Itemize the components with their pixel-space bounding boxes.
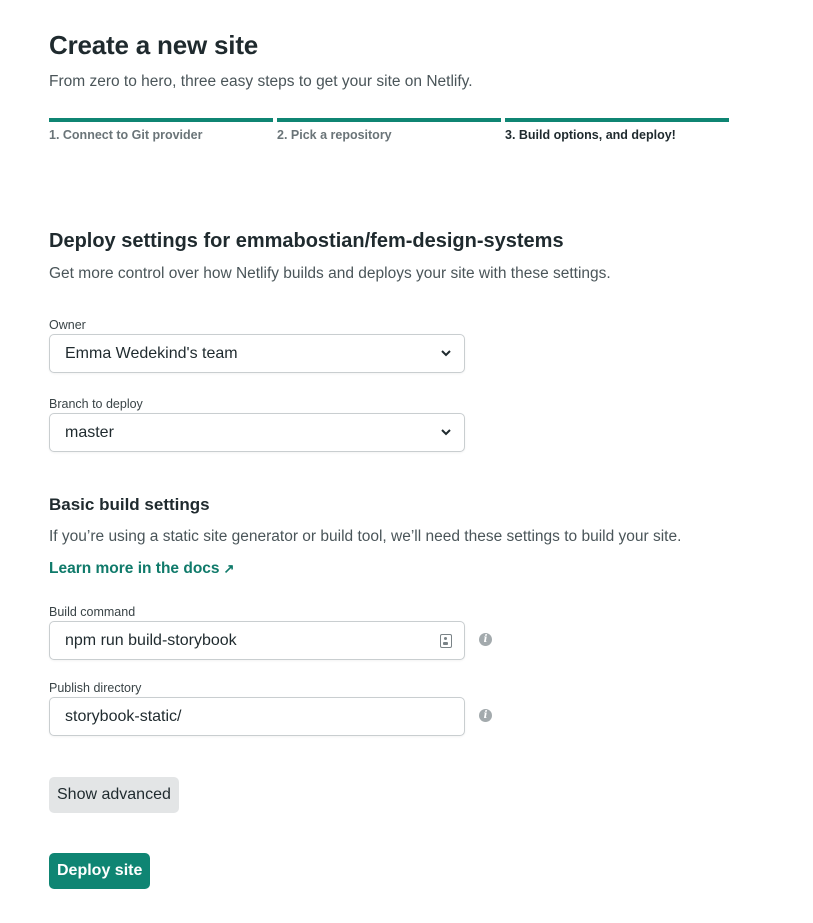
- deploy-site-button[interactable]: Deploy site: [49, 853, 151, 889]
- show-advanced-button[interactable]: Show advanced: [49, 777, 179, 813]
- deploy-settings-title: Deploy settings for emmabostian/fem-desi…: [49, 230, 564, 252]
- step-connect-git[interactable]: 1. Connect to Git provider: [49, 118, 273, 142]
- docs-link-label: Learn more in the docs: [49, 560, 220, 577]
- page-subtitle: From zero to hero, three easy steps to g…: [49, 73, 473, 90]
- build-command-label: Build command: [49, 605, 136, 619]
- step-build-options: 3. Build options, and deploy!: [505, 118, 729, 142]
- page-title: Create a new site: [49, 30, 259, 60]
- publish-directory-input[interactable]: storybook-static/: [49, 697, 465, 736]
- owner-label: Owner: [49, 318, 86, 332]
- build-command-input[interactable]: npm run build-storybook: [49, 621, 465, 660]
- learn-more-docs-link[interactable]: Learn more in the docs ↗: [49, 560, 234, 578]
- id-card-icon[interactable]: [440, 633, 452, 648]
- owner-select[interactable]: Emma Wedekind's team: [49, 334, 465, 373]
- chevron-down-icon: [440, 348, 452, 360]
- publish-directory-info-icon[interactable]: i: [479, 709, 492, 722]
- build-command-value: npm run build-storybook: [65, 631, 237, 649]
- build-settings-title: Basic build settings: [49, 495, 210, 514]
- branch-select-value: master: [65, 423, 114, 441]
- chevron-down-icon: [440, 427, 452, 439]
- owner-select-value: Emma Wedekind's team: [65, 344, 238, 362]
- deploy-settings-description: Get more control over how Netlify builds…: [49, 265, 611, 282]
- publish-directory-label: Publish directory: [49, 681, 142, 695]
- branch-label: Branch to deploy: [49, 397, 143, 411]
- publish-directory-value: storybook-static/: [65, 707, 182, 725]
- step-pick-repository[interactable]: 2. Pick a repository: [277, 118, 501, 142]
- build-settings-description: If you’re using a static site generator …: [49, 528, 682, 545]
- branch-select[interactable]: master: [49, 413, 465, 452]
- build-command-info-icon[interactable]: i: [479, 633, 492, 646]
- external-arrow-icon: ↗: [223, 561, 235, 576]
- progress-steps: 1. Connect to Git provider 2. Pick a rep…: [49, 118, 729, 142]
